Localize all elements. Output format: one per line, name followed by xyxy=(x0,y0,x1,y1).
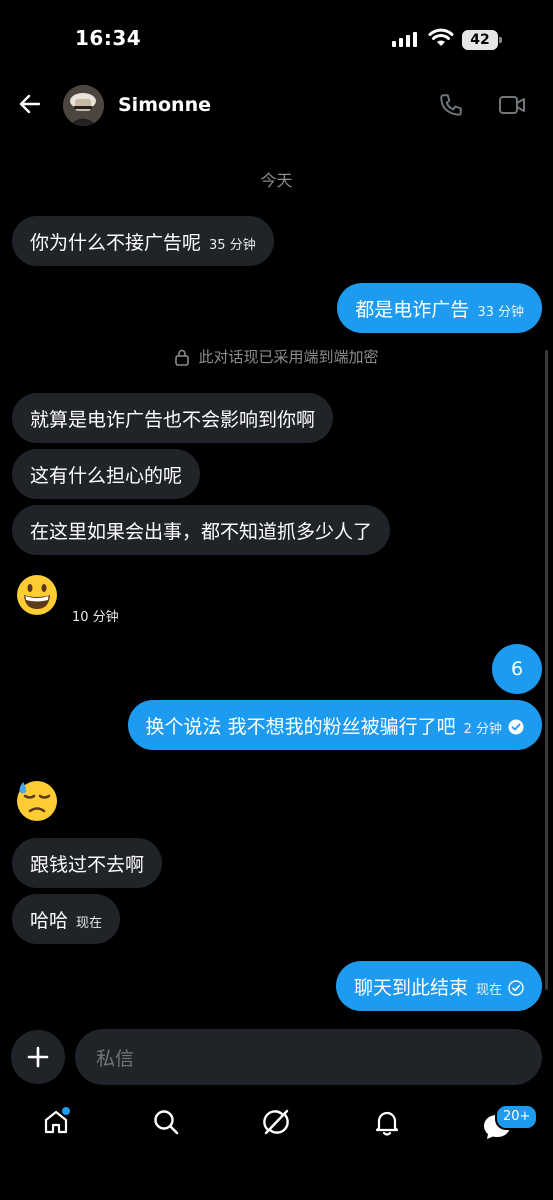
message-input-placeholder: 私信 xyxy=(96,1047,135,1070)
message-time: 10 分钟 xyxy=(72,610,119,625)
cellular-signal-icon xyxy=(392,32,417,47)
encryption-notice-text: 此对话现已采用端到端加密 xyxy=(198,348,379,366)
encryption-notice: 此对话现已采用端到端加密 xyxy=(0,346,553,367)
message-bubble-outgoing[interactable]: 换个说法 我不想我的粉丝被骗行了吧 2 分钟 xyxy=(127,700,542,750)
video-call-icon[interactable] xyxy=(498,93,526,117)
grinning-face-emoji-icon[interactable] xyxy=(15,573,59,617)
message-text: 聊天到此结束 xyxy=(353,976,468,999)
message-bubble-incoming[interactable]: 你为什么不接广告呢 35 分钟 xyxy=(12,216,274,266)
back-arrow-icon[interactable] xyxy=(18,92,42,116)
lock-icon xyxy=(175,349,190,366)
phone-call-icon[interactable] xyxy=(438,92,464,118)
message-time: 33 分钟 xyxy=(477,305,524,320)
status-time: 16:34 xyxy=(75,26,142,50)
message-time: 现在 xyxy=(475,983,502,998)
message-bubble-outgoing[interactable]: 都是电诈广告 33 分钟 xyxy=(337,283,542,333)
contact-avatar[interactable] xyxy=(63,85,104,126)
messages-unread-badge: 20+ xyxy=(495,1104,539,1130)
wifi-icon xyxy=(428,28,454,46)
message-bubble-incoming[interactable]: 跟钱过不去啊 xyxy=(12,838,163,888)
message-text: 在这里如果会出事，都不知道抓多少人了 xyxy=(30,520,373,543)
message-text: 这有什么担心的呢 xyxy=(30,464,183,487)
message-bubble-outgoing[interactable]: 聊天到此结束 现在 xyxy=(335,961,542,1011)
message-bubble-incoming[interactable]: 哈哈 现在 xyxy=(12,894,121,944)
message-text: 都是电诈广告 xyxy=(355,298,470,321)
read-receipt-icon xyxy=(508,719,524,735)
grok-icon[interactable] xyxy=(262,1108,290,1136)
message-bubble-incoming[interactable]: 在这里如果会出事，都不知道抓多少人了 xyxy=(12,505,391,555)
search-icon[interactable] xyxy=(152,1108,180,1136)
message-text: 哈哈 xyxy=(30,909,69,932)
message-input[interactable]: 私信 xyxy=(75,1029,542,1085)
battery-indicator: 42 xyxy=(462,30,498,50)
message-text: 你为什么不接广告呢 xyxy=(30,231,202,254)
contact-name[interactable]: Simonne xyxy=(118,94,211,116)
message-time: 2 分钟 xyxy=(463,722,502,737)
message-bubble-incoming[interactable]: 这有什么担心的呢 xyxy=(12,449,201,499)
sent-receipt-icon xyxy=(508,980,524,996)
plus-icon xyxy=(27,1046,49,1068)
downcast-face-with-sweat-emoji-icon[interactable] xyxy=(15,778,59,822)
message-time: 现在 xyxy=(76,916,103,931)
date-divider: 今天 xyxy=(260,171,293,190)
message-text: 跟钱过不去啊 xyxy=(30,853,145,876)
home-notification-dot xyxy=(62,1107,70,1115)
message-time: 35 分钟 xyxy=(209,238,256,253)
message-text: 就算是电诈广告也不会影响到你啊 xyxy=(30,408,316,431)
add-attachment-button[interactable] xyxy=(11,1030,65,1084)
scrollbar[interactable] xyxy=(545,350,548,990)
message-text: 6 xyxy=(510,658,524,680)
message-text: 换个说法 我不想我的粉丝被骗行了吧 xyxy=(145,715,456,738)
notifications-bell-icon[interactable] xyxy=(373,1108,401,1136)
message-bubble-outgoing[interactable]: 6 xyxy=(492,644,542,694)
message-bubble-incoming[interactable]: 就算是电诈广告也不会影响到你啊 xyxy=(12,393,334,443)
battery-nub xyxy=(499,37,502,43)
